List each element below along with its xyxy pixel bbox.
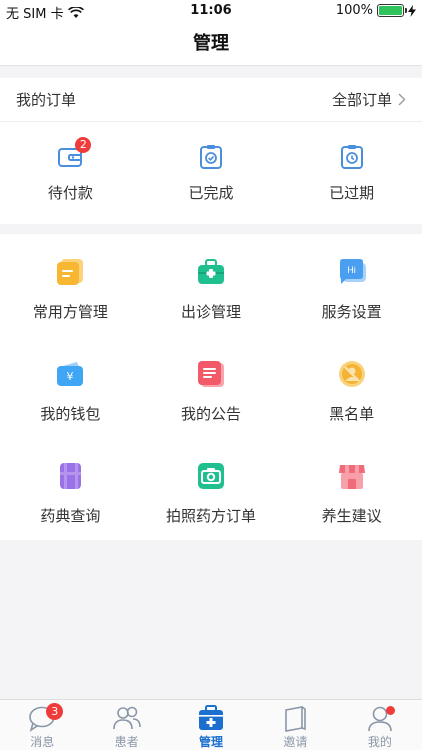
orders-status-row: 2 待付款 已完成 已过期	[0, 122, 422, 224]
tab-patients[interactable]: 患者	[84, 700, 168, 750]
clipboard-check-icon	[198, 144, 224, 170]
grid-label: 药典查询	[40, 507, 101, 525]
person-icon	[365, 704, 395, 732]
tab-management[interactable]: 管理	[169, 700, 253, 750]
order-expired[interactable]: 已过期	[281, 122, 422, 224]
chat-bubble-icon: 3	[27, 703, 64, 732]
grid-item-health-advice[interactable]: 养生建议	[281, 438, 422, 540]
wallet-icon: 2	[57, 137, 92, 170]
pending-badge: 2	[75, 137, 92, 153]
wallet-yuan-icon: ¥	[57, 362, 84, 386]
page-title: 管理	[193, 33, 229, 54]
grid-label: 出诊管理	[181, 303, 242, 321]
grid-label: 常用方管理	[32, 303, 108, 321]
users-icon	[112, 704, 142, 732]
status-right: 100%	[336, 3, 416, 18]
messages-badge: 3	[46, 703, 64, 720]
invite-book-icon	[280, 704, 310, 732]
grid-label: 我的公告	[181, 405, 242, 423]
shop-icon	[338, 465, 365, 489]
grid-item-service-settings[interactable]: Hi 服务设置	[281, 234, 422, 336]
orders-header: 我的订单 全部订单	[0, 78, 422, 122]
grid-item-clinic[interactable]: 出诊管理	[141, 234, 282, 336]
all-orders-link[interactable]: 全部订单	[332, 89, 406, 110]
tab-label: 管理	[199, 735, 224, 749]
grid-item-wallet[interactable]: ¥ 我的钱包	[0, 336, 141, 438]
book-icon	[60, 463, 82, 489]
order-pending-label: 待付款	[47, 184, 93, 202]
order-completed[interactable]: 已完成	[141, 122, 282, 224]
medical-box-icon	[196, 704, 226, 732]
tab-label: 消息	[30, 735, 55, 749]
grid-item-prescriptions[interactable]: 常用方管理	[0, 234, 141, 336]
tab-messages[interactable]: 3 消息	[0, 700, 84, 750]
orders-card: 我的订单 全部订单 2 待付款 已完成 已过期	[0, 78, 422, 224]
notice-icon	[198, 361, 224, 387]
chevron-right-icon	[398, 93, 406, 106]
grid-label: 养生建议	[321, 507, 382, 525]
tab-me[interactable]: 我的	[338, 700, 422, 750]
grid-row: ¥ 我的钱包 我的公告 黑名单	[0, 336, 422, 438]
grid-item-photo-prescription[interactable]: 拍照药方订单	[141, 438, 282, 540]
status-bar: 无 SIM 卡 11:06 100%	[0, 0, 422, 22]
svg-text:Hi: Hi	[347, 265, 356, 275]
management-grid: 常用方管理 出诊管理 Hi 服务设置 ¥ 我的钱包 我的公告 黑名单 药典查询 …	[0, 234, 422, 540]
nav-bar: 管理	[0, 22, 422, 66]
grid-label: 拍照药方订单	[166, 507, 257, 525]
tab-bar: 3 消息 患者 管理 邀请 我的	[0, 699, 422, 750]
camera-icon	[198, 463, 224, 489]
tab-label: 我的	[367, 735, 392, 749]
charging-bolt-icon	[408, 4, 416, 17]
grid-label: 黑名单	[329, 405, 375, 423]
me-notification-dot	[385, 706, 395, 715]
tab-label: 邀请	[283, 735, 308, 749]
all-orders-label: 全部订单	[331, 91, 392, 109]
svg-text:¥: ¥	[67, 370, 74, 383]
chat-hi-icon: Hi	[339, 259, 366, 284]
order-completed-label: 已完成	[188, 184, 234, 202]
prescription-icon	[57, 259, 84, 285]
battery-percent: 100%	[335, 3, 373, 18]
grid-item-blacklist[interactable]: 黑名单	[281, 336, 422, 438]
order-pending-payment[interactable]: 2 待付款	[0, 122, 141, 224]
grid-item-notices[interactable]: 我的公告	[141, 336, 282, 438]
tab-label: 患者	[114, 735, 139, 749]
grid-row: 药典查询 拍照药方订单 养生建议	[0, 438, 422, 540]
grid-item-pharmacopoeia[interactable]: 药典查询	[0, 438, 141, 540]
grid-row: 常用方管理 出诊管理 Hi 服务设置	[0, 234, 422, 336]
grid-label: 服务设置	[321, 303, 382, 321]
clipboard-clock-icon	[339, 144, 365, 170]
order-expired-label: 已过期	[329, 184, 375, 202]
blacklist-icon	[338, 361, 365, 387]
grid-label: 我的钱包	[40, 405, 101, 423]
tab-invite[interactable]: 邀请	[253, 700, 337, 750]
orders-title: 我的订单	[16, 91, 77, 109]
medical-kit-icon	[198, 259, 224, 284]
battery-icon	[377, 4, 407, 17]
